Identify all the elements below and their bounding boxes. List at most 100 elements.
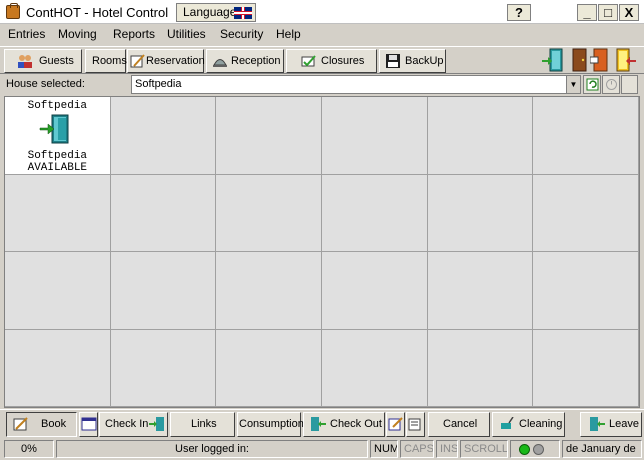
empty-room-slot (533, 329, 639, 407)
edit-icon (388, 417, 403, 431)
empty-room-slot (110, 174, 217, 252)
briefcase-icon (6, 3, 20, 19)
ins-indicator: INS (436, 440, 458, 458)
room-owner: Softpedia (27, 150, 88, 162)
calendar-button[interactable] (79, 412, 98, 437)
occupied-door-icon[interactable] (570, 48, 588, 72)
empty-room-slot (110, 329, 217, 407)
room-name: Softpedia (27, 100, 88, 112)
menu-utilities[interactable]: Utilities (167, 27, 206, 41)
timer-button[interactable] (602, 75, 620, 94)
empty-room-slot (5, 174, 111, 252)
menu-security[interactable]: Security (220, 27, 263, 41)
user-logged-in: User logged in: (56, 440, 368, 458)
closures-button[interactable]: Closures (286, 49, 377, 73)
cleaning-button[interactable]: Cleaning (492, 412, 565, 437)
edit-button[interactable] (386, 412, 405, 437)
refresh-button[interactable] (583, 75, 601, 94)
scroll-indicator: SCROLL (460, 440, 508, 458)
check-in-door-icon (149, 417, 164, 431)
main-toolbar: Guests Rooms Reservation Reception Closu… (0, 46, 644, 74)
menu-help[interactable]: Help (276, 27, 301, 41)
vacuum-icon (501, 417, 514, 429)
leave-button[interactable]: Leave (580, 412, 642, 437)
date-display: de January de (562, 440, 642, 458)
empty-room-slot (110, 252, 217, 330)
green-led-icon (519, 444, 530, 455)
room-grid: Softpedia Softpedia AVAILABLE (4, 96, 640, 408)
blank-button[interactable] (621, 75, 638, 94)
empty-room-slot (533, 97, 639, 175)
reception-button[interactable]: Reception (206, 49, 284, 73)
room-status: AVAILABLE (27, 162, 88, 174)
guests-icon (18, 55, 32, 68)
empty-room-slot (427, 252, 534, 330)
close-button[interactable]: X (619, 4, 639, 21)
language-button[interactable]: Language (176, 3, 256, 22)
clock-icon (606, 79, 617, 90)
book-button[interactable]: Book (6, 412, 77, 437)
floppy-disk-icon (386, 54, 400, 68)
empty-room-slot (321, 329, 428, 407)
empty-room-slot (216, 174, 322, 252)
house-label: House selected: (6, 78, 85, 90)
gray-led-icon (533, 444, 544, 455)
consumption-button[interactable]: Consumption (237, 412, 304, 437)
menu-bar: Entries Moving Reports Utilities Securit… (0, 24, 644, 45)
title-bar: ContHOT - Hotel Control Language ? _ □ X (0, 0, 644, 24)
empty-room-slot (5, 252, 111, 330)
reserved-door-icon[interactable] (590, 48, 610, 72)
chevron-down-icon[interactable]: ▼ (566, 76, 580, 93)
notes-button[interactable] (406, 412, 425, 437)
connection-status (510, 440, 560, 458)
rooms-button[interactable]: Rooms (85, 49, 127, 73)
window-title: ContHOT - Hotel Control (26, 5, 169, 20)
check-in-button[interactable]: Check In (99, 412, 168, 437)
empty-room-slot (216, 329, 322, 407)
check-out-door-icon[interactable] (614, 48, 636, 72)
action-bar: Book Check In Links Consumption Check Ou… (0, 409, 644, 438)
menu-entries[interactable]: Entries (8, 27, 45, 41)
check-in-door-icon[interactable] (542, 48, 564, 72)
backup-button[interactable]: BackUp (379, 49, 446, 73)
caps-indicator: CAPS (400, 440, 434, 458)
empty-room-slot (216, 97, 322, 175)
menu-moving[interactable]: Moving (58, 27, 97, 41)
room-tile[interactable]: Softpedia Softpedia AVAILABLE (5, 97, 111, 175)
book-pencil-icon (13, 417, 28, 431)
house-selector-row: House selected: Softpedia ▼ (0, 75, 644, 94)
status-bar: 0% User logged in: NUM CAPS INS SCROLL d… (0, 438, 644, 460)
links-button[interactable]: Links (170, 412, 235, 437)
reservation-button[interactable]: Reservation (127, 49, 205, 73)
closures-icon (301, 55, 316, 67)
empty-room-slot (427, 174, 534, 252)
cancel-button[interactable]: Cancel (428, 412, 490, 437)
empty-room-slot (321, 97, 428, 175)
house-select[interactable]: Softpedia ▼ (131, 75, 581, 94)
menu-reports[interactable]: Reports (113, 27, 155, 41)
num-indicator: NUM (370, 440, 398, 458)
empty-room-slot (533, 174, 639, 252)
leave-door-icon (590, 417, 605, 431)
uk-flag-icon (234, 7, 252, 19)
empty-room-slot (533, 252, 639, 330)
progress-value: 0% (4, 440, 54, 458)
maximize-button[interactable]: □ (598, 4, 618, 21)
empty-room-slot (321, 252, 428, 330)
empty-room-slot (321, 174, 428, 252)
house-select-value: Softpedia (135, 78, 182, 90)
empty-room-slot (427, 329, 534, 407)
notes-icon (408, 418, 421, 431)
refresh-icon (586, 78, 599, 91)
minimize-button[interactable]: _ (577, 4, 597, 21)
empty-room-slot (110, 97, 217, 175)
empty-room-slot (216, 252, 322, 330)
check-out-button[interactable]: Check Out (303, 412, 385, 437)
notebook-pencil-icon (130, 54, 145, 68)
guests-button[interactable]: Guests (4, 49, 82, 73)
check-out-door-icon (311, 417, 326, 431)
empty-room-slot (427, 97, 534, 175)
help-button[interactable]: ? (507, 4, 531, 21)
available-door-icon (39, 114, 69, 144)
room-info: Softpedia AVAILABLE (5, 150, 110, 174)
